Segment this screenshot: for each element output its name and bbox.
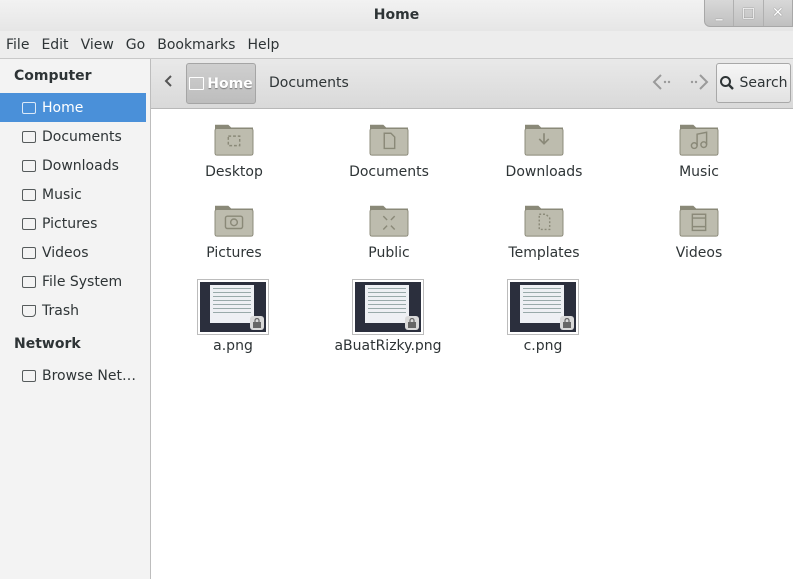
history-forward-button[interactable] xyxy=(686,72,710,96)
sidebar-item-music[interactable]: Music xyxy=(0,180,150,209)
sidebar: Computer Home Documents Downloads Music … xyxy=(0,59,151,579)
breadcrumb-home-label: Home xyxy=(207,75,253,92)
sidebar-item-label: Downloads xyxy=(42,157,119,174)
file-name: aBuatRizky.png xyxy=(334,338,442,354)
file-item-videos[interactable]: Videos xyxy=(634,200,764,261)
lock-icon xyxy=(250,316,264,330)
sidebar-item-label: Trash xyxy=(42,302,79,319)
file-name: a.png xyxy=(213,338,253,354)
menu-file[interactable]: File xyxy=(0,37,35,53)
sidebar-item-label: Browse Net… xyxy=(42,367,137,384)
maximize-button[interactable]: □ xyxy=(733,0,762,26)
sidebar-item-browse-network[interactable]: Browse Net… xyxy=(0,361,150,390)
menu-help[interactable]: Help xyxy=(241,37,285,53)
pictures-icon xyxy=(22,217,36,230)
menu-edit[interactable]: Edit xyxy=(35,37,74,53)
close-button[interactable]: ✕ xyxy=(762,0,792,26)
menu-view[interactable]: View xyxy=(75,37,120,53)
filesystem-icon xyxy=(22,275,36,288)
folder-public-icon xyxy=(369,205,409,237)
minimize-button[interactable]: _ xyxy=(705,0,733,26)
folder-music-icon xyxy=(679,124,719,156)
menu-bar: File Edit View Go Bookmarks Help xyxy=(0,31,793,59)
file-item-music[interactable]: Music xyxy=(634,119,764,180)
file-name: Public xyxy=(368,245,410,261)
file-name: Documents xyxy=(349,164,429,180)
network-icon xyxy=(22,369,36,382)
sidebar-item-videos[interactable]: Videos xyxy=(0,238,150,267)
folder-downloads-icon xyxy=(524,124,564,156)
file-name: Downloads xyxy=(505,164,583,180)
breadcrumb-documents[interactable]: Documents xyxy=(269,75,349,91)
folder-desktop-icon xyxy=(214,124,254,156)
sidebar-item-label: Home xyxy=(42,99,84,116)
search-icon xyxy=(720,76,735,90)
file-item-downloads[interactable]: Downloads xyxy=(479,119,609,180)
menu-bookmarks[interactable]: Bookmarks xyxy=(151,37,241,53)
arrow-left-icon xyxy=(652,74,671,90)
search-button[interactable]: Search xyxy=(716,63,791,103)
chevron-left-icon xyxy=(164,75,172,87)
history-back-button[interactable] xyxy=(651,72,675,96)
sidebar-item-downloads[interactable]: Downloads xyxy=(0,151,150,180)
file-name: Desktop xyxy=(205,164,263,180)
window-title: Home xyxy=(373,7,420,23)
toolbar: Home Documents Search xyxy=(151,59,793,109)
sidebar-item-home[interactable]: Home xyxy=(0,93,146,122)
folder-templates-icon xyxy=(524,205,564,237)
back-button[interactable] xyxy=(159,72,179,94)
file-name: c.png xyxy=(523,338,563,354)
file-item-public[interactable]: Public xyxy=(324,200,454,261)
file-item-documents[interactable]: Documents xyxy=(324,119,454,180)
sidebar-item-label: Videos xyxy=(42,244,89,261)
videos-icon xyxy=(22,246,36,259)
title-bar: Home _ □ ✕ xyxy=(0,0,793,31)
sidebar-item-label: Music xyxy=(42,186,82,203)
menu-go[interactable]: Go xyxy=(120,37,151,53)
file-item-a-png[interactable]: a.png xyxy=(168,279,298,354)
folder-pictures-icon xyxy=(214,205,254,237)
sidebar-item-label: Pictures xyxy=(42,215,98,232)
sidebar-item-label: File System xyxy=(42,273,123,290)
file-name: Templates xyxy=(508,245,580,261)
file-name: Videos xyxy=(675,245,723,261)
folder-videos-icon xyxy=(679,205,719,237)
music-icon xyxy=(22,188,36,201)
sidebar-heading-network: Network xyxy=(14,336,81,352)
lock-icon xyxy=(560,316,574,330)
file-item-templates[interactable]: Templates xyxy=(479,200,609,261)
search-label: Search xyxy=(739,75,788,91)
sidebar-heading-computer: Computer xyxy=(14,68,92,84)
file-name: Pictures xyxy=(206,245,262,261)
sidebar-item-documents[interactable]: Documents xyxy=(0,122,150,151)
sidebar-item-pictures[interactable]: Pictures xyxy=(0,209,150,238)
trash-icon xyxy=(22,304,36,317)
file-item-desktop[interactable]: Desktop xyxy=(169,119,299,180)
file-item-abuatrizky-png[interactable]: aBuatRizky.png xyxy=(323,279,453,354)
sidebar-item-label: Documents xyxy=(42,128,122,145)
home-icon xyxy=(189,77,205,90)
window-controls: _ □ ✕ xyxy=(704,0,793,27)
lock-icon xyxy=(405,316,419,330)
home-icon xyxy=(22,101,36,114)
sidebar-item-file-system[interactable]: File System xyxy=(0,267,150,296)
arrow-right-icon xyxy=(690,74,709,90)
image-thumbnail xyxy=(507,279,579,335)
sidebar-item-trash[interactable]: Trash xyxy=(0,296,150,325)
documents-icon xyxy=(22,130,36,143)
file-item-c-png[interactable]: c.png xyxy=(478,279,608,354)
image-thumbnail xyxy=(197,279,269,335)
downloads-icon xyxy=(22,159,36,172)
image-thumbnail xyxy=(352,279,424,335)
file-view[interactable]: Desktop Documents Downloads Music Pictur… xyxy=(151,109,793,579)
file-name: Music xyxy=(679,164,719,180)
breadcrumb-home[interactable]: Home xyxy=(186,63,256,104)
file-item-pictures[interactable]: Pictures xyxy=(169,200,299,261)
folder-documents-icon xyxy=(369,124,409,156)
